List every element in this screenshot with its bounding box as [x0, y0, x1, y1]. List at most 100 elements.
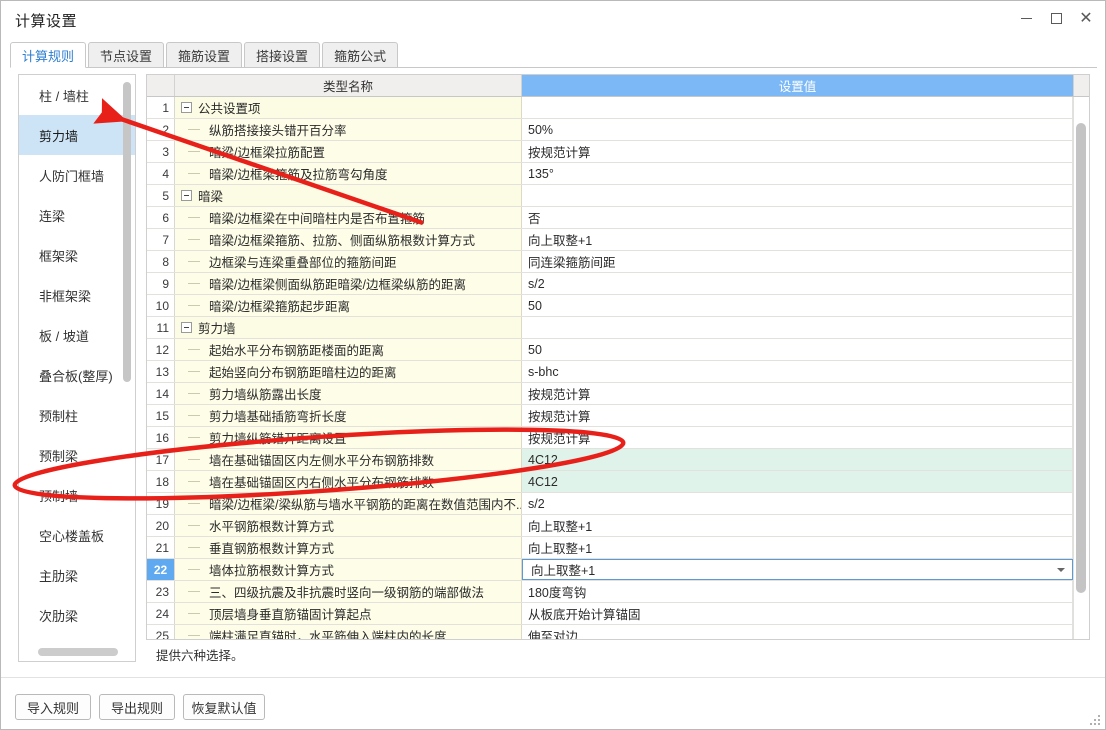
sidebar-item[interactable]: 非框架梁: [19, 275, 135, 315]
type-name-cell[interactable]: 暗梁/边框梁箍筋、拉筋、侧面纵筋根数计算方式: [175, 229, 522, 250]
row-number-cell[interactable]: 1: [147, 97, 175, 118]
sidebar-item[interactable]: 人防门框墙: [19, 155, 135, 195]
tab-calculation-rules[interactable]: 计算规则: [10, 42, 87, 68]
row-number-cell[interactable]: 13: [147, 361, 175, 382]
tab-stirrup-settings[interactable]: 箍筋设置: [166, 42, 243, 68]
setting-value-cell[interactable]: 4C12: [522, 449, 1073, 470]
type-name-cell[interactable]: 起始竖向分布钢筋距暗柱边的距离: [175, 361, 522, 382]
sidebar-item[interactable]: 次肋梁: [19, 595, 135, 635]
setting-value-cell[interactable]: 同连梁箍筋间距: [522, 251, 1073, 272]
setting-value-cell[interactable]: 伸至对边: [522, 625, 1073, 639]
export-rules-button[interactable]: 导出规则: [99, 694, 175, 720]
table-row[interactable]: 13 起始竖向分布钢筋距暗柱边的距离 s-bhc: [147, 361, 1073, 383]
row-number-cell[interactable]: 15: [147, 405, 175, 426]
setting-value-cell[interactable]: 按规范计算: [522, 141, 1073, 162]
type-name-cell[interactable]: 暗梁/边框梁箍筋及拉筋弯勾角度: [175, 163, 522, 184]
row-number-cell[interactable]: 9: [147, 273, 175, 294]
row-number-cell[interactable]: 10: [147, 295, 175, 316]
sidebar-item[interactable]: 框架梁: [19, 235, 135, 275]
setting-value-cell[interactable]: [522, 185, 1073, 206]
setting-value-cell[interactable]: 4C12: [522, 471, 1073, 492]
row-number-cell[interactable]: 24: [147, 603, 175, 624]
setting-value-cell[interactable]: s/2: [522, 273, 1073, 294]
row-number-cell[interactable]: 21: [147, 537, 175, 558]
table-row[interactable]: 19 暗梁/边框梁/梁纵筋与墙水平钢筋的距离在数值范围内不... s/2: [147, 493, 1073, 515]
row-number-cell[interactable]: 4: [147, 163, 175, 184]
type-name-cell[interactable]: 剪力墙基础插筋弯折长度: [175, 405, 522, 426]
sidebar-item[interactable]: 连梁: [19, 195, 135, 235]
sidebar-item[interactable]: 主肋梁: [19, 555, 135, 595]
grid-header-setting-value[interactable]: 设置值: [522, 75, 1074, 96]
table-row[interactable]: 22 墙体拉筋根数计算方式 向上取整+1: [147, 559, 1073, 581]
table-row[interactable]: 10 暗梁/边框梁箍筋起步距离 50: [147, 295, 1073, 317]
setting-value-cell[interactable]: 按规范计算: [522, 383, 1073, 404]
setting-value-cell[interactable]: 向上取整+1: [522, 515, 1073, 536]
type-name-cell[interactable]: 顶层墙身垂直筋锚固计算起点: [175, 603, 522, 624]
grid-body[interactable]: 1 公共设置项 2 纵筋搭接接头错开百分率 50% 3 暗梁/边框梁拉筋配置 按规范计算 4 暗梁…: [147, 97, 1073, 639]
table-row[interactable]: 4 暗梁/边框梁箍筋及拉筋弯勾角度 135°: [147, 163, 1073, 185]
sidebar-item[interactable]: 叠合板(整厚): [19, 355, 135, 395]
type-name-cell[interactable]: 暗梁/边框梁/梁纵筋与墙水平钢筋的距离在数值范围内不...: [175, 493, 522, 514]
row-number-cell[interactable]: 19: [147, 493, 175, 514]
type-name-cell[interactable]: 墙体拉筋根数计算方式: [175, 559, 522, 580]
row-number-cell[interactable]: 8: [147, 251, 175, 272]
row-number-cell[interactable]: 17: [147, 449, 175, 470]
type-name-cell[interactable]: 起始水平分布钢筋距楼面的距离: [175, 339, 522, 360]
type-name-cell[interactable]: 暗梁/边框梁侧面纵筋距暗梁/边框梁纵筋的距离: [175, 273, 522, 294]
setting-value-cell[interactable]: 向上取整+1: [522, 537, 1073, 558]
row-number-cell[interactable]: 3: [147, 141, 175, 162]
type-name-cell[interactable]: 公共设置项: [175, 97, 522, 118]
type-name-cell[interactable]: 剪力墙: [175, 317, 522, 338]
close-button[interactable]: ✕: [1071, 3, 1101, 33]
collapse-minus-icon[interactable]: [181, 322, 192, 333]
type-name-cell[interactable]: 暗梁/边框梁拉筋配置: [175, 141, 522, 162]
setting-value-cell[interactable]: s/2: [522, 493, 1073, 514]
setting-value-cell[interactable]: 180度弯钩: [522, 581, 1073, 602]
table-row[interactable]: 5 暗梁: [147, 185, 1073, 207]
setting-value-cell[interactable]: [522, 317, 1073, 338]
sidebar-item[interactable]: 预制梁: [19, 435, 135, 475]
type-name-cell[interactable]: 暗梁: [175, 185, 522, 206]
table-row[interactable]: 2 纵筋搭接接头错开百分率 50%: [147, 119, 1073, 141]
type-name-cell[interactable]: 墙在基础锚固区内右侧水平分布钢筋排数: [175, 471, 522, 492]
table-row[interactable]: 12 起始水平分布钢筋距楼面的距离 50: [147, 339, 1073, 361]
setting-value-cell[interactable]: [522, 97, 1073, 118]
row-number-cell[interactable]: 20: [147, 515, 175, 536]
table-row[interactable]: 11 剪力墙: [147, 317, 1073, 339]
type-name-cell[interactable]: 三、四级抗震及非抗震时竖向一级钢筋的端部做法: [175, 581, 522, 602]
table-row[interactable]: 7 暗梁/边框梁箍筋、拉筋、侧面纵筋根数计算方式 向上取整+1: [147, 229, 1073, 251]
table-row[interactable]: 8 边框梁与连梁重叠部位的箍筋间距 同连梁箍筋间距: [147, 251, 1073, 273]
type-name-cell[interactable]: 剪力墙纵筋露出长度: [175, 383, 522, 404]
setting-value-cell[interactable]: 按规范计算: [522, 427, 1073, 448]
sidebar-vertical-scrollbar[interactable]: [123, 78, 133, 644]
sidebar-item[interactable]: 预制墙: [19, 475, 135, 515]
table-row[interactable]: 9 暗梁/边框梁侧面纵筋距暗梁/边框梁纵筋的距离 s/2: [147, 273, 1073, 295]
row-number-cell[interactable]: 2: [147, 119, 175, 140]
row-number-cell[interactable]: 6: [147, 207, 175, 228]
table-row[interactable]: 25 端柱满足直锚时，水平筋伸入端柱内的长度 伸至对边: [147, 625, 1073, 639]
table-row[interactable]: 20 水平钢筋根数计算方式 向上取整+1: [147, 515, 1073, 537]
setting-value-cell[interactable]: s-bhc: [522, 361, 1073, 382]
type-name-cell[interactable]: 纵筋搭接接头错开百分率: [175, 119, 522, 140]
tab-node-settings[interactable]: 节点设置: [88, 42, 165, 68]
grid-vertical-scrollbar[interactable]: [1073, 97, 1089, 639]
sidebar-item[interactable]: 板 / 坡道: [19, 315, 135, 355]
row-number-cell[interactable]: 23: [147, 581, 175, 602]
table-row[interactable]: 14 剪力墙纵筋露出长度 按规范计算: [147, 383, 1073, 405]
setting-value-cell[interactable]: 50%: [522, 119, 1073, 140]
sidebar-vertical-scroll-thumb[interactable]: [123, 82, 131, 382]
type-name-cell[interactable]: 水平钢筋根数计算方式: [175, 515, 522, 536]
type-name-cell[interactable]: 垂直钢筋根数计算方式: [175, 537, 522, 558]
sidebar-item[interactable]: 预制柱: [19, 395, 135, 435]
table-row[interactable]: 15 剪力墙基础插筋弯折长度 按规范计算: [147, 405, 1073, 427]
row-number-cell[interactable]: 18: [147, 471, 175, 492]
table-row[interactable]: 3 暗梁/边框梁拉筋配置 按规范计算: [147, 141, 1073, 163]
table-row[interactable]: 24 顶层墙身垂直筋锚固计算起点 从板底开始计算锚固: [147, 603, 1073, 625]
tab-lap-settings[interactable]: 搭接设置: [244, 42, 321, 68]
maximize-button[interactable]: [1041, 3, 1071, 33]
resize-grip[interactable]: [1090, 715, 1102, 727]
tab-stirrup-formula[interactable]: 箍筋公式: [322, 42, 399, 68]
table-row[interactable]: 6 暗梁/边框梁在中间暗柱内是否布置箍筋 否: [147, 207, 1073, 229]
sidebar-item[interactable]: 柱 / 墙柱: [19, 75, 135, 115]
collapse-minus-icon[interactable]: [181, 190, 192, 201]
